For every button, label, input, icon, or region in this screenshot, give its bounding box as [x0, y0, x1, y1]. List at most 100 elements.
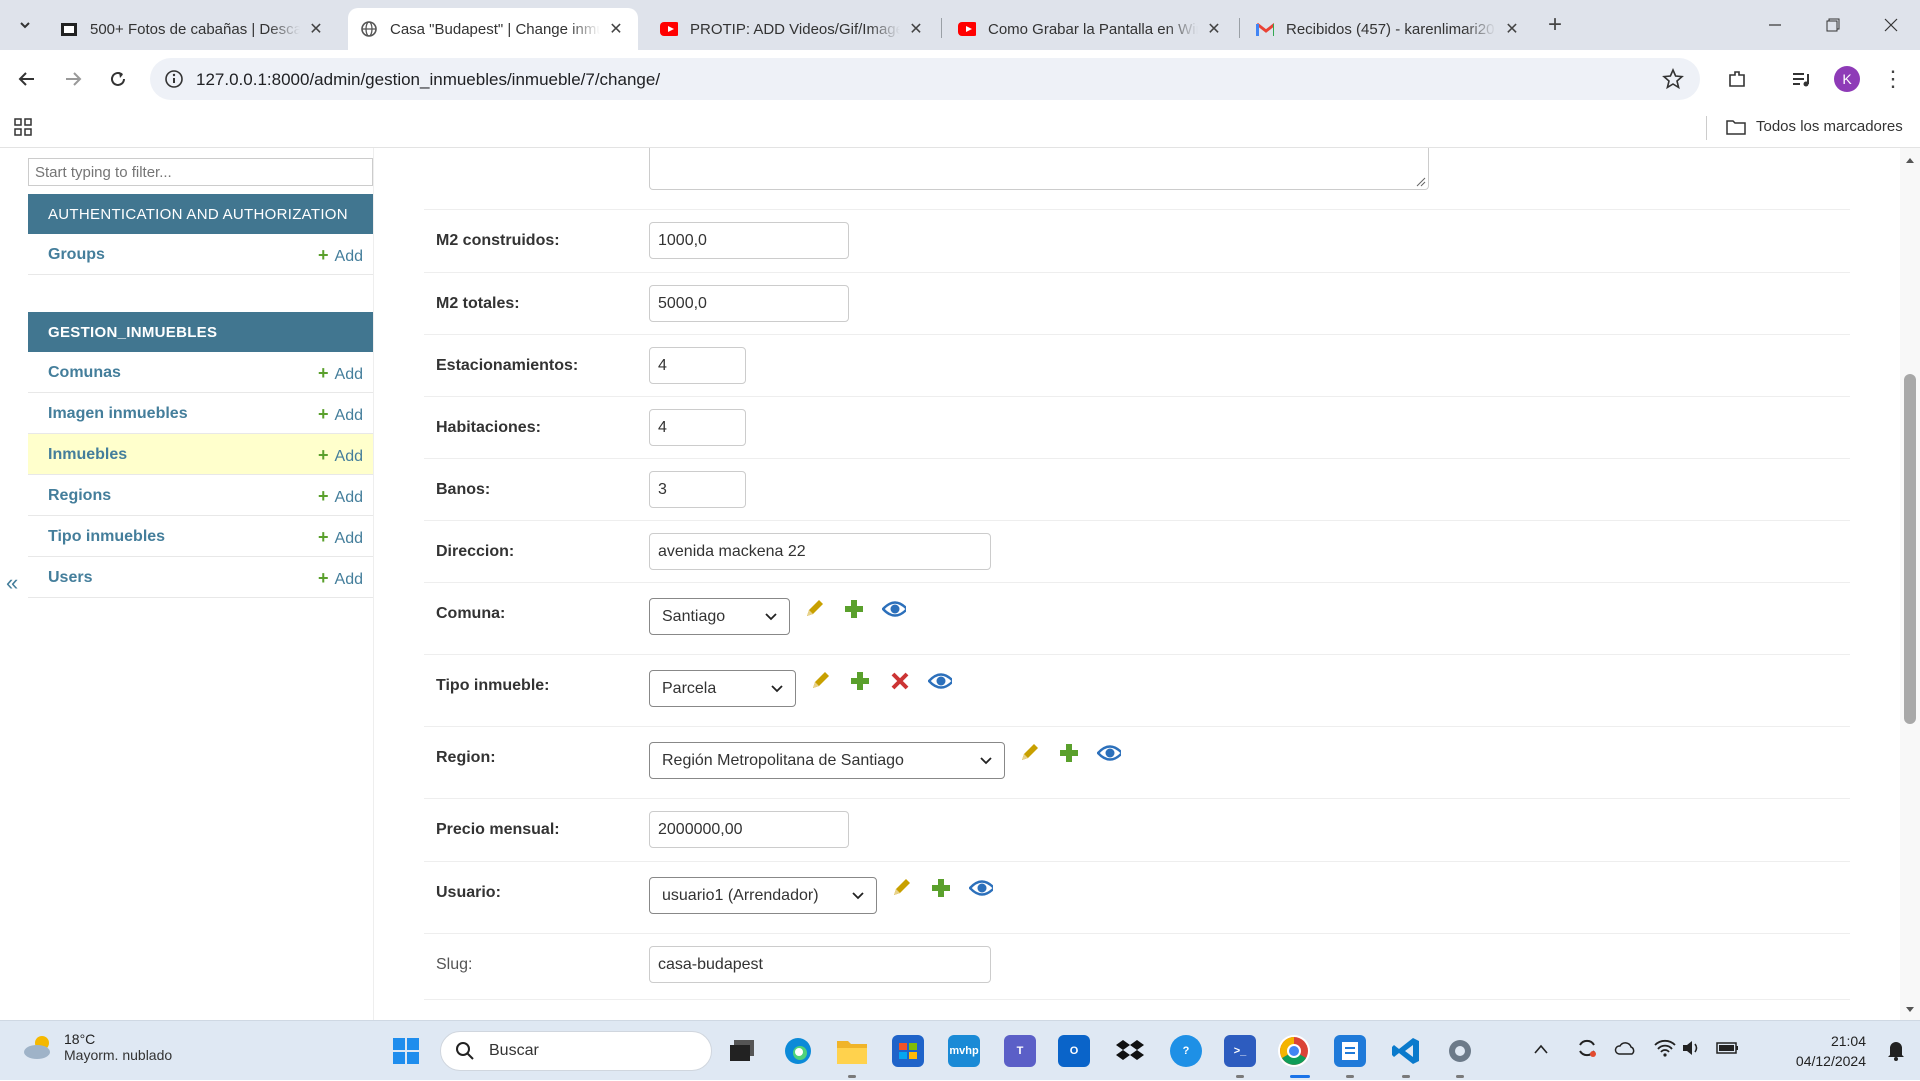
all-bookmarks-folder[interactable]: Todos los marcadores: [1726, 118, 1903, 135]
view-eye-icon[interactable]: [882, 597, 906, 621]
estacionamientos-input[interactable]: 4: [649, 347, 746, 384]
usuario-select[interactable]: usuario1 (Arrendador): [649, 877, 877, 914]
collapse-sidebar-button[interactable]: «: [6, 570, 18, 596]
volume-icon[interactable]: [1682, 1039, 1702, 1062]
comuna-select[interactable]: Santiago: [649, 598, 790, 635]
add-link[interactable]: + Add: [318, 568, 363, 589]
browser-tab[interactable]: Recibidos (457) - karenlimari20 ✕: [1244, 8, 1534, 50]
add-link[interactable]: + Add: [318, 445, 363, 466]
banos-input[interactable]: 3: [649, 471, 746, 508]
battery-icon[interactable]: [1716, 1041, 1740, 1060]
add-link[interactable]: + Add: [318, 363, 363, 384]
edit-pencil-icon[interactable]: [802, 597, 826, 621]
scroll-down-arrow-icon[interactable]: [1905, 1006, 1915, 1014]
view-eye-icon[interactable]: [928, 669, 952, 693]
m2-construidos-input[interactable]: 1000,0: [649, 222, 849, 259]
sidebar-item-link[interactable]: Tipo inmuebles: [48, 528, 165, 546]
direccion-input[interactable]: avenida mackena 22: [649, 533, 991, 570]
system-clock[interactable]: 21:04 04/12/2024: [1796, 1031, 1866, 1071]
region-select[interactable]: Región Metropolitana de Santiago: [649, 742, 1005, 779]
chevron-up-icon[interactable]: [1534, 1041, 1548, 1059]
restore-window-icon[interactable]: [1818, 10, 1848, 40]
address-bar[interactable]: 127.0.0.1:8000/admin/gestion_inmuebles/i…: [150, 58, 1700, 100]
vscode-icon[interactable]: [1390, 1035, 1422, 1067]
new-tab-plus-icon[interactable]: +: [1540, 10, 1570, 40]
browser-menu-icon[interactable]: ⋮: [1878, 64, 1908, 94]
windows-start-icon[interactable]: [390, 1035, 422, 1067]
add-link[interactable]: + Add: [318, 527, 363, 548]
close-tab-icon[interactable]: ✕: [606, 19, 626, 39]
sidebar-filter-input[interactable]: [28, 158, 373, 186]
forward-arrow-icon[interactable]: [58, 64, 88, 94]
add-link[interactable]: + Add: [318, 245, 363, 266]
settings-gear-icon[interactable]: [1444, 1035, 1476, 1067]
sidebar-item-link[interactable]: Regions: [48, 487, 111, 505]
sync-icon[interactable]: [1576, 1037, 1598, 1064]
tipo-inmueble-select[interactable]: Parcela: [649, 670, 796, 707]
back-arrow-icon[interactable]: [12, 64, 42, 94]
onedrive-cloud-icon[interactable]: [1614, 1041, 1636, 1060]
resize-grip-icon[interactable]: [1416, 177, 1426, 187]
close-window-icon[interactable]: [1876, 10, 1906, 40]
add-plus-icon[interactable]: [929, 876, 953, 900]
view-eye-icon[interactable]: [1097, 741, 1121, 765]
add-plus-icon[interactable]: [1057, 741, 1081, 765]
sidebar-item-link[interactable]: Imagen inmuebles: [48, 405, 188, 423]
teams-icon[interactable]: T: [1004, 1035, 1036, 1067]
precio-mensual-input[interactable]: 2000000,00: [649, 811, 849, 848]
notifications-bell-icon[interactable]: [1886, 1039, 1906, 1066]
reload-icon[interactable]: [103, 64, 133, 94]
add-plus-icon[interactable]: [842, 597, 866, 621]
help-app-icon[interactable]: ?: [1170, 1035, 1202, 1067]
wifi-icon[interactable]: [1654, 1039, 1676, 1062]
powershell-icon[interactable]: >_: [1224, 1035, 1256, 1067]
sidebar-item-link[interactable]: Users: [48, 569, 92, 587]
description-textarea[interactable]: [649, 148, 1429, 190]
outlook-icon[interactable]: O: [1058, 1035, 1090, 1067]
habitaciones-input[interactable]: 4: [649, 409, 746, 446]
slug-input[interactable]: casa-budapest: [649, 946, 991, 983]
file-explorer-icon[interactable]: [836, 1035, 868, 1067]
taskbar-search[interactable]: Buscar: [440, 1031, 712, 1071]
close-tab-icon[interactable]: ✕: [1502, 19, 1522, 39]
edit-pencil-icon[interactable]: [889, 876, 913, 900]
media-control-icon[interactable]: [1786, 64, 1816, 94]
profile-avatar[interactable]: K: [1832, 64, 1862, 94]
browser-tab[interactable]: 500+ Fotos de cabañas | Descar ✕: [48, 8, 338, 50]
notepad-icon[interactable]: [1334, 1035, 1366, 1067]
task-view-icon[interactable]: [726, 1035, 758, 1067]
scrollbar-thumb[interactable]: [1904, 374, 1916, 724]
browser-tab[interactable]: PROTIP: ADD Videos/Gif/Image ✕: [648, 8, 938, 50]
view-eye-icon[interactable]: [969, 876, 993, 900]
sidebar-item-link[interactable]: Comunas: [48, 364, 121, 382]
sidebar-item-link[interactable]: Groups: [48, 246, 105, 264]
module-caption[interactable]: AUTHENTICATION AND AUTHORIZATION: [28, 194, 373, 234]
add-link[interactable]: + Add: [318, 404, 363, 425]
bookmark-star-icon[interactable]: [1662, 67, 1684, 95]
close-tab-icon[interactable]: ✕: [1204, 19, 1224, 39]
page-scrollbar[interactable]: [1900, 148, 1920, 1020]
add-link[interactable]: + Add: [318, 486, 363, 507]
edit-pencil-icon[interactable]: [1017, 741, 1041, 765]
close-tab-icon[interactable]: ✕: [306, 19, 326, 39]
tab-search-chevron-icon[interactable]: [10, 10, 40, 40]
browser-tab-active[interactable]: Casa "Budapest" | Change inmu ✕: [348, 8, 638, 50]
m2-totales-input[interactable]: 5000,0: [649, 285, 849, 322]
microsoft-store-icon[interactable]: [892, 1035, 924, 1067]
edge-browser-icon[interactable]: [782, 1035, 814, 1067]
edit-pencil-icon[interactable]: [808, 669, 832, 693]
site-info-icon[interactable]: [164, 69, 184, 94]
apps-grid-icon[interactable]: [14, 118, 32, 141]
weather-widget[interactable]: 18°C Mayorm. nublado: [22, 1031, 172, 1063]
dropbox-icon[interactable]: [1114, 1035, 1146, 1067]
module-caption[interactable]: GESTION_INMUEBLES: [28, 312, 373, 352]
minimize-window-icon[interactable]: [1760, 10, 1790, 40]
close-tab-icon[interactable]: ✕: [906, 19, 926, 39]
mvhp-app-icon[interactable]: mvhp: [948, 1035, 980, 1067]
sidebar-item-link[interactable]: Inmuebles: [48, 446, 127, 464]
chrome-icon[interactable]: [1278, 1035, 1310, 1067]
scroll-up-arrow-icon[interactable]: [1905, 156, 1915, 164]
add-plus-icon[interactable]: [848, 669, 872, 693]
browser-tab[interactable]: Como Grabar la Pantalla en Win ✕: [946, 8, 1236, 50]
extensions-icon[interactable]: [1722, 64, 1752, 94]
